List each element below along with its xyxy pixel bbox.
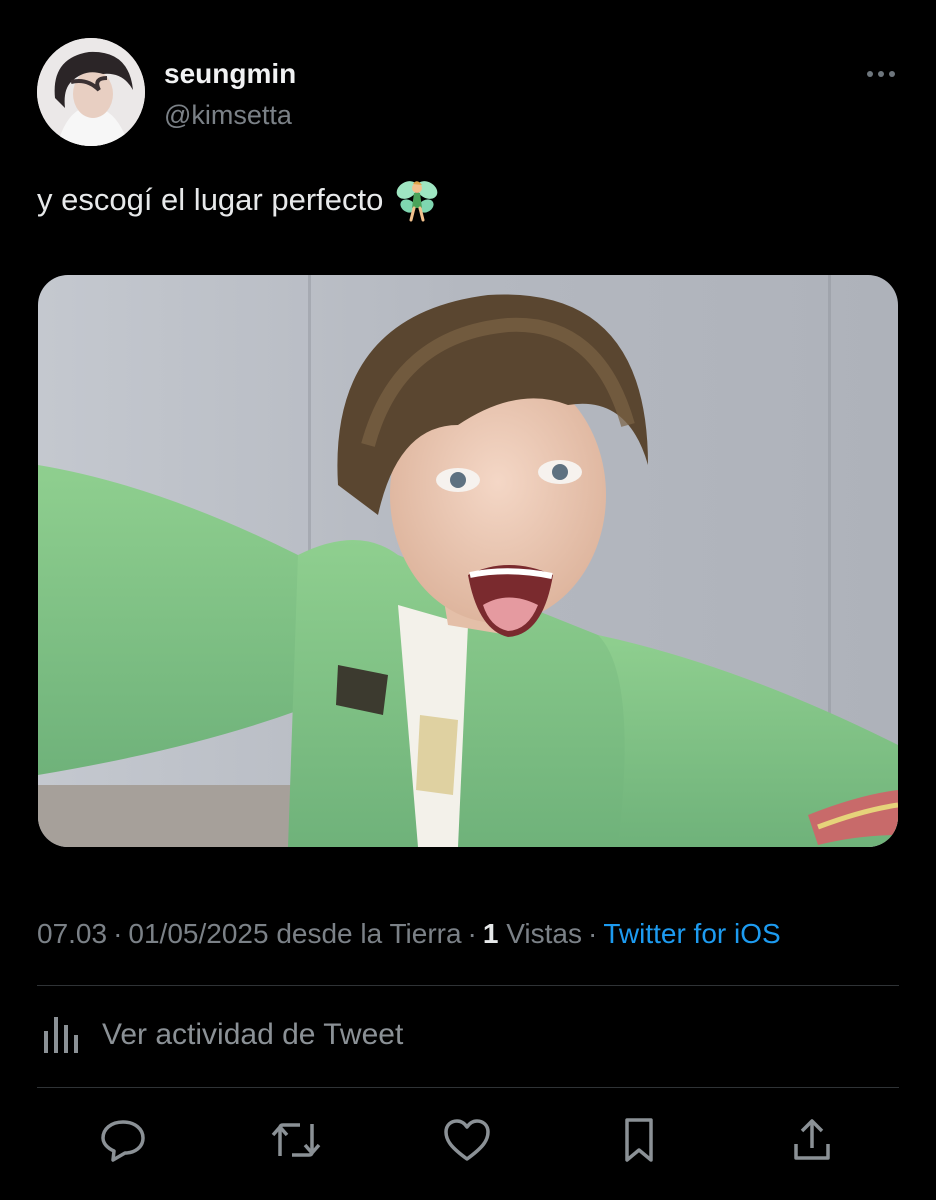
activity-label: Ver actividad de Tweet (102, 1018, 404, 1051)
more-icon-dot (889, 71, 895, 77)
tweet-time: 07.03 (37, 918, 108, 949)
tweet-header: seungmin @kimsetta (37, 38, 905, 148)
divider (37, 985, 899, 986)
share-icon (788, 1116, 836, 1164)
separator-dot: · (467, 918, 477, 949)
fairy-emoji-icon (395, 178, 439, 222)
divider (37, 1087, 899, 1088)
retweet-button[interactable] (266, 1110, 326, 1170)
view-tweet-activity-button[interactable]: Ver actividad de Tweet (40, 1010, 403, 1060)
separator-dot: · (113, 918, 123, 949)
tweet-date: 01/05/2025 (128, 918, 269, 949)
bookmark-icon (619, 1116, 659, 1164)
tweet-photo[interactable] (38, 275, 898, 847)
avatar[interactable] (37, 38, 145, 146)
views-count: 1 (482, 918, 499, 949)
tweet-metadata: 07.03 · 01/05/2025 desde la Tierra · 1 Vista… (37, 918, 781, 950)
more-icon-dot (867, 71, 873, 77)
source-link[interactable]: Twitter for iOS (603, 918, 780, 949)
speech-bubble-icon (99, 1116, 147, 1164)
tweet-text-row: y escogí el lugar perfecto (37, 178, 439, 222)
views-label: Vistas (506, 918, 582, 949)
display-name[interactable]: seungmin (164, 58, 296, 90)
bookmark-button[interactable] (609, 1110, 669, 1170)
more-options-button[interactable] (863, 64, 899, 84)
tweet-text: y escogí el lugar perfecto (37, 182, 384, 217)
user-handle[interactable]: @kimsetta (164, 100, 292, 131)
reply-button[interactable] (93, 1110, 153, 1170)
tweet-location: desde la Tierra (276, 918, 462, 949)
like-button[interactable] (437, 1110, 497, 1170)
share-button[interactable] (782, 1110, 842, 1170)
more-icon-dot (878, 71, 884, 77)
analytics-icon (40, 1011, 82, 1060)
heart-icon (442, 1117, 492, 1163)
retweet-icon (270, 1116, 322, 1164)
separator-dot: · (587, 918, 598, 949)
tweet-action-bar (0, 1110, 936, 1180)
